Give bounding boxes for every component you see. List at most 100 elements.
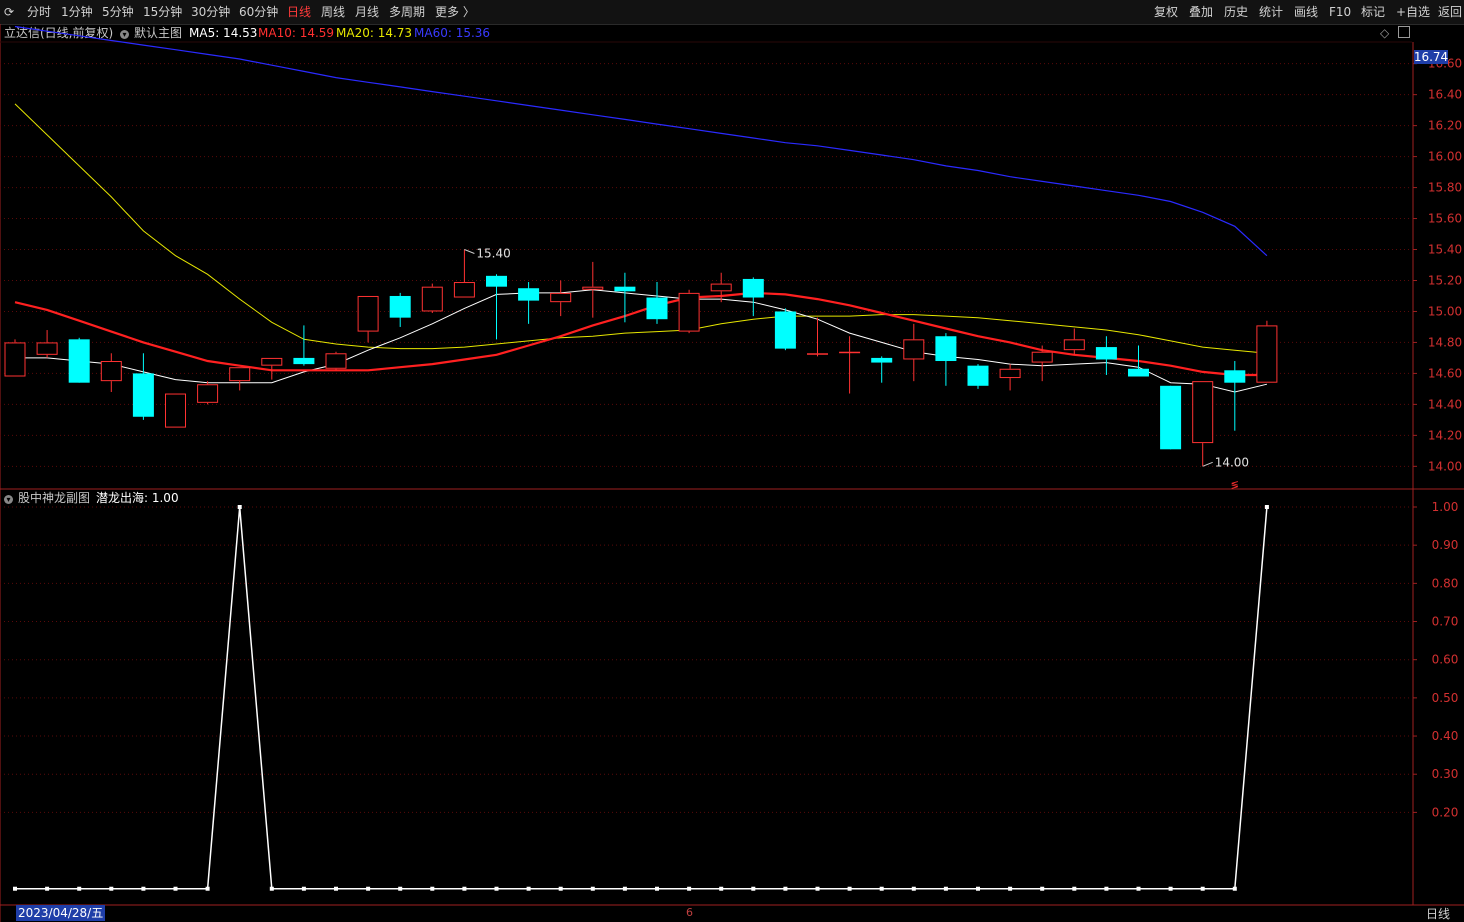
indicator-point [1072, 886, 1077, 891]
price-tick-label: 15.00 [1428, 304, 1462, 318]
indicator-point [558, 886, 563, 891]
candle-body [1095, 347, 1117, 360]
candle-body [197, 384, 219, 403]
ma-line-ma10 [14, 291, 1267, 377]
min-price-label: 14.00 [1215, 455, 1249, 469]
candle-body [582, 286, 604, 290]
price-tick-label: 14.20 [1428, 428, 1462, 442]
indicator-point [943, 886, 948, 891]
indicator-point [366, 886, 371, 891]
sub-tick-label: 0.60 [1432, 653, 1459, 667]
min-price-pointer [1202, 461, 1213, 467]
indicator-point [622, 886, 627, 891]
sub-tick-label: 0.20 [1432, 805, 1459, 819]
indicator-point [1232, 886, 1237, 891]
price-tick-label: 14.60 [1428, 366, 1462, 380]
candle-body [550, 292, 572, 303]
price-tick-label: 14.00 [1428, 459, 1462, 473]
indicator-point [430, 886, 435, 891]
indicator-point [751, 886, 756, 891]
indicator-point [1040, 886, 1045, 891]
candle-body [325, 353, 347, 369]
price-tick-label: 16.00 [1428, 150, 1462, 164]
indicator-point [590, 886, 595, 891]
time-axis-tick: 6 [686, 906, 693, 919]
candle-body [903, 339, 925, 360]
ma-line-ma60 [14, 25, 1268, 257]
candle-body [839, 351, 861, 354]
candle-body [261, 357, 283, 366]
sub-tick-label: 0.70 [1432, 615, 1459, 629]
candle-body [36, 342, 58, 355]
indicator-point [879, 886, 884, 891]
price-tick-label: 15.40 [1428, 243, 1462, 257]
price-top-label: 16.74 [1414, 50, 1448, 64]
candle-body [871, 357, 893, 363]
indicator-point [237, 505, 242, 509]
candle-body [807, 353, 828, 355]
candle-body [100, 361, 122, 382]
candle-body [1160, 385, 1182, 450]
candle-body [132, 373, 154, 417]
indicator-point [205, 886, 210, 891]
candle-body [1128, 368, 1149, 377]
indicator-point [398, 886, 403, 891]
candle-body [486, 275, 507, 287]
candle-body [742, 278, 764, 298]
sub-tick-label: 0.50 [1432, 691, 1459, 705]
price-tick-label: 15.20 [1428, 273, 1462, 287]
candle-body [999, 368, 1021, 379]
indicator-point [269, 886, 274, 891]
indicator-point [334, 886, 338, 891]
indicator-point [815, 886, 820, 891]
candle-body [421, 286, 443, 312]
candle-body [68, 339, 90, 383]
indicator-point [173, 886, 178, 891]
price-tick-label: 14.40 [1428, 397, 1462, 411]
indicator-point [719, 886, 724, 891]
indicator-point [526, 886, 531, 891]
indicator-point [847, 886, 852, 891]
price-tick-label: 16.20 [1428, 119, 1462, 133]
candle-body [1256, 325, 1278, 383]
indicator-point [1136, 886, 1141, 891]
candle-body [774, 311, 796, 349]
candle-body [710, 283, 732, 292]
candle-body [518, 288, 540, 301]
indicator-point [462, 886, 467, 891]
cursor-date-label: 2023/04/28/五 [16, 905, 106, 921]
indicator-point [655, 886, 659, 891]
kline-chart[interactable]: 14.00 14.20 14.40 14.60 14.80 15.00 15.20 15.40… [0, 0, 1464, 922]
indicator-point [45, 886, 50, 891]
max-price-label: 15.40 [476, 247, 510, 261]
candle-body [293, 357, 315, 365]
candle-body [389, 295, 411, 318]
indicator-point [141, 886, 146, 891]
candle-body [614, 286, 636, 292]
candle-body [229, 367, 251, 382]
candle-body [646, 297, 668, 320]
indicator-point [1264, 505, 1269, 509]
candle-body [1224, 370, 1246, 383]
indicator-point [687, 886, 692, 891]
indicator-point [1008, 886, 1013, 891]
indicator-point [301, 886, 306, 891]
sub-tick-label: 0.40 [1432, 729, 1459, 743]
price-tick-label: 14.80 [1428, 335, 1462, 349]
period-label: 日线 [1426, 907, 1451, 921]
max-price-pointer [464, 249, 475, 254]
candle-body [935, 336, 957, 362]
candle-body [165, 393, 186, 428]
sub-tick-label: 0.90 [1432, 538, 1459, 552]
indicator-point [976, 886, 980, 891]
signal-marker-icon: ≶ [1231, 480, 1239, 491]
price-tick-label: 16.40 [1428, 88, 1462, 102]
candle-body [453, 282, 475, 298]
candle-body [678, 292, 700, 332]
indicator-point [109, 886, 114, 891]
candle-body [967, 365, 989, 386]
indicator-point [911, 886, 916, 891]
price-tick-label: 15.60 [1428, 212, 1462, 226]
candle-body [4, 342, 26, 377]
price-tick-label: 15.80 [1428, 181, 1462, 195]
